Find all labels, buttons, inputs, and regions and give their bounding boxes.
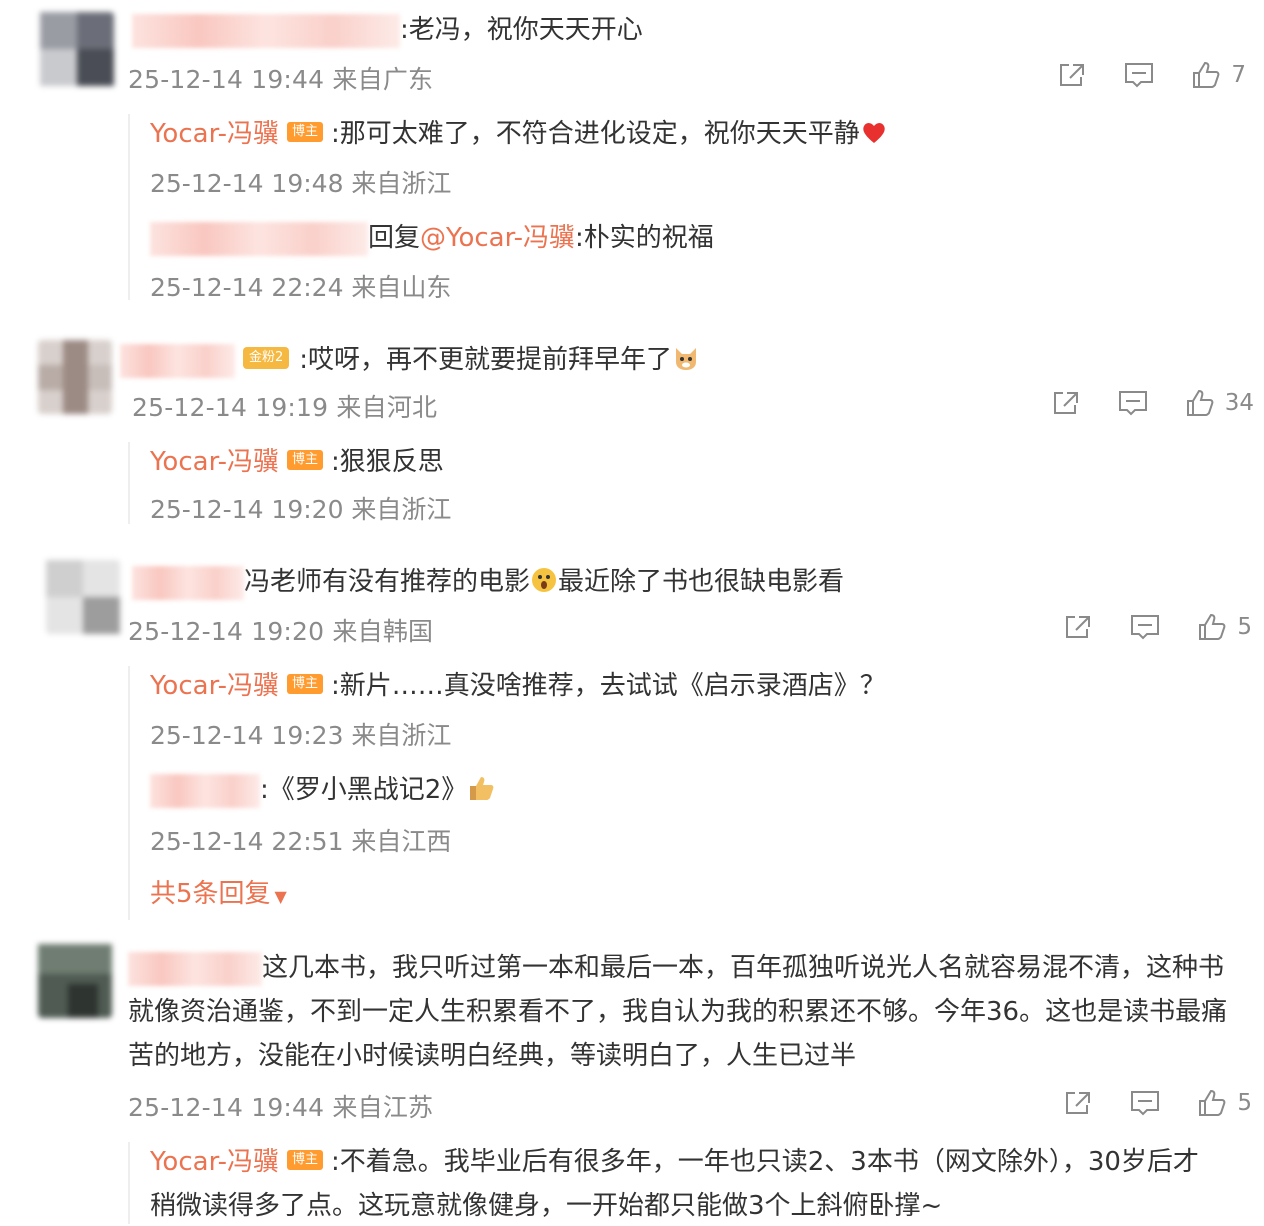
comment-text: 这几本书，我只听过第一本和最后一本，百年孤独听说光人名就容易混不清，这种书 就像… — [128, 946, 1253, 1078]
timestamp: 25-12-14 19:44 来自广东 — [128, 65, 434, 94]
comment-icon — [1131, 615, 1160, 640]
reply-list: Yocar-冯骥 博主 :那可太难了，不符合进化设定，祝你天天平静 25-12-14… — [128, 114, 885, 302]
more-replies-link[interactable]: 共5条回复 ▼ — [150, 874, 287, 917]
reply-list: Yocar-冯骥 博主 :不着急。我毕业后有很多年，一年也只读2、3本书（网文除外）… — [128, 1142, 1199, 1224]
reply-text-line1: :不着急。我毕业后有很多年，一年也只读2、3本书（网文除外），30岁后才 — [331, 1147, 1199, 1177]
thumbs-up-icon — [1193, 61, 1220, 88]
username[interactable] — [132, 13, 400, 48]
reply-text: :新片……真没啥推荐，去试试《启示录酒店》？ — [331, 671, 886, 701]
reply-author[interactable]: Yocar-冯骥 — [150, 1147, 279, 1177]
reply-1: Yocar-冯骥 博主 :不着急。我毕业后有很多年，一年也只读2、3本书（网文除外）… — [150, 1142, 1199, 1182]
comment-button[interactable] — [1129, 613, 1161, 641]
comment-button[interactable] — [1123, 61, 1155, 89]
comment-body: :老冯，祝你天天开心 — [400, 15, 643, 45]
blogger-badge: 博主 — [286, 121, 323, 142]
comment-button[interactable] — [1129, 1089, 1161, 1117]
share-icon — [1066, 1092, 1091, 1114]
reply-timestamp: 25-12-14 19:20 来自浙江 — [150, 495, 452, 524]
reply-text: :狠狠反思 — [331, 447, 444, 477]
comment-body-line3: 苦的地方，没能在小时候读明白经典，等读明白了，人生已过半 — [128, 1041, 857, 1071]
comment-actions: 5 — [1063, 1088, 1252, 1118]
avatar[interactable] — [38, 340, 112, 414]
timestamp: 25-12-14 19:20 来自韩国 — [128, 617, 434, 646]
reply-prefix: 回复 — [368, 223, 421, 253]
share-icon — [1053, 392, 1078, 414]
like-button[interactable]: 7 — [1191, 60, 1246, 90]
comment-body-b: 最近除了书也很缺电影看 — [558, 567, 845, 597]
share-button[interactable] — [1051, 389, 1081, 417]
username[interactable] — [132, 565, 244, 600]
thumbs-up-icon — [1186, 389, 1214, 416]
share-icon — [1066, 616, 1091, 638]
reply-timestamp: 25-12-14 22:51 来自江西 — [150, 827, 452, 856]
avatar[interactable] — [40, 12, 114, 86]
comment-icon — [1125, 63, 1154, 88]
comment-actions: 7 — [1057, 60, 1246, 90]
reply-text: :那可太难了，不符合进化设定，祝你天天平静 — [331, 119, 860, 149]
share-button[interactable] — [1063, 613, 1093, 641]
dog-emoji-icon — [676, 347, 697, 370]
like-button[interactable]: 5 — [1197, 612, 1252, 642]
comment-actions: 5 — [1063, 612, 1252, 642]
reply-1: Yocar-冯骥 博主 :那可太难了，不符合进化设定，祝你天天平静 — [150, 114, 888, 154]
blogger-badge: 博主 — [286, 673, 323, 694]
comment-icon — [1118, 391, 1147, 416]
reply-timestamp: 25-12-14 19:23 来自浙江 — [150, 721, 452, 750]
comment-text: 金粉2 :哎呀，再不更就要提前拜早年了 — [120, 338, 700, 382]
comment-body-a: 冯老师有没有推荐的电影 — [244, 567, 531, 597]
reply-author[interactable]: Yocar-冯骥 — [150, 119, 279, 149]
avatar[interactable] — [38, 944, 112, 1018]
more-replies-label: 共5条回复 — [150, 879, 271, 909]
comment-body-line2: 就像资治通鉴，不到一定人生积累看不了，我自认为我的积累还不够。今年36。这也是读… — [128, 997, 1228, 1027]
username[interactable] — [120, 343, 235, 378]
thumbs-up-icon — [1199, 613, 1226, 640]
reply-timestamp: 25-12-14 22:24 来自山东 — [150, 273, 452, 302]
shocked-emoji-icon — [532, 567, 557, 592]
timestamp: 25-12-14 19:44 来自江苏 — [128, 1093, 434, 1122]
like-count: 5 — [1237, 614, 1252, 640]
reply-2: :《罗小黑战记2》 — [150, 770, 495, 810]
comment-body-line1: 这几本书，我只听过第一本和最后一本，百年孤独听说光人名就容易混不清，这种书 — [262, 953, 1225, 983]
blogger-badge: 博主 — [286, 1149, 323, 1170]
comment-text: :老冯，祝你天天开心 — [132, 8, 643, 52]
username[interactable] — [128, 951, 262, 986]
reply-list: Yocar-冯骥 博主 :新片……真没啥推荐，去试试《启示录酒店》？ 25-12-1… — [128, 666, 886, 920]
like-count: 7 — [1231, 62, 1246, 88]
reply-timestamp: 25-12-14 19:48 来自浙江 — [150, 169, 452, 198]
thumbs-up-emoji-icon — [470, 776, 494, 800]
thumbs-up-icon — [1199, 1089, 1226, 1116]
like-button[interactable]: 34 — [1185, 388, 1254, 418]
comment-actions: 34 — [1051, 388, 1254, 418]
like-count: 5 — [1237, 1090, 1252, 1116]
share-button[interactable] — [1063, 1089, 1093, 1117]
reply-text: :《罗小黑战记2》 — [260, 775, 468, 805]
comment-button[interactable] — [1117, 389, 1149, 417]
reply-text: :朴实的祝福 — [575, 223, 714, 253]
avatar[interactable] — [46, 560, 120, 634]
heart-icon — [863, 122, 885, 143]
fan-badge: 金粉2 — [243, 346, 290, 369]
like-count: 34 — [1224, 390, 1254, 416]
reply-author[interactable]: Yocar-冯骥 — [150, 671, 279, 701]
blogger-badge: 博主 — [286, 449, 323, 470]
timestamp: 25-12-14 19:19 来自河北 — [132, 393, 438, 422]
comment-body: :哎呀，再不更就要提前拜早年了 — [299, 345, 673, 375]
caret-down-icon: ▼ — [274, 887, 287, 906]
reply-1: Yocar-冯骥 博主 :狠狠反思 — [150, 442, 444, 482]
reply-1: Yocar-冯骥 博主 :新片……真没啥推荐，去试试《启示录酒店》？ — [150, 666, 886, 706]
reply-list: Yocar-冯骥 博主 :狠狠反思 25-12-14 19:20 来自浙江 — [128, 442, 451, 524]
like-button[interactable]: 5 — [1197, 1088, 1252, 1118]
comment-text: 冯老师有没有推荐的电影 最近除了书也很缺电影看 — [132, 560, 844, 604]
share-button[interactable] — [1057, 61, 1087, 89]
mention-link[interactable]: @Yocar-冯骥 — [420, 223, 575, 253]
reply-username[interactable] — [150, 773, 260, 808]
share-icon — [1060, 64, 1085, 86]
reply-author[interactable]: Yocar-冯骥 — [150, 447, 279, 477]
reply-username[interactable] — [150, 221, 368, 256]
reply-2: 回复@Yocar-冯骥:朴实的祝福 — [150, 218, 714, 258]
comment-icon — [1131, 1091, 1160, 1116]
reply-text-line2: 稍微读得多了点。这玩意就像健身，一开始都只能做3个上斜俯卧撑~ — [150, 1191, 943, 1221]
